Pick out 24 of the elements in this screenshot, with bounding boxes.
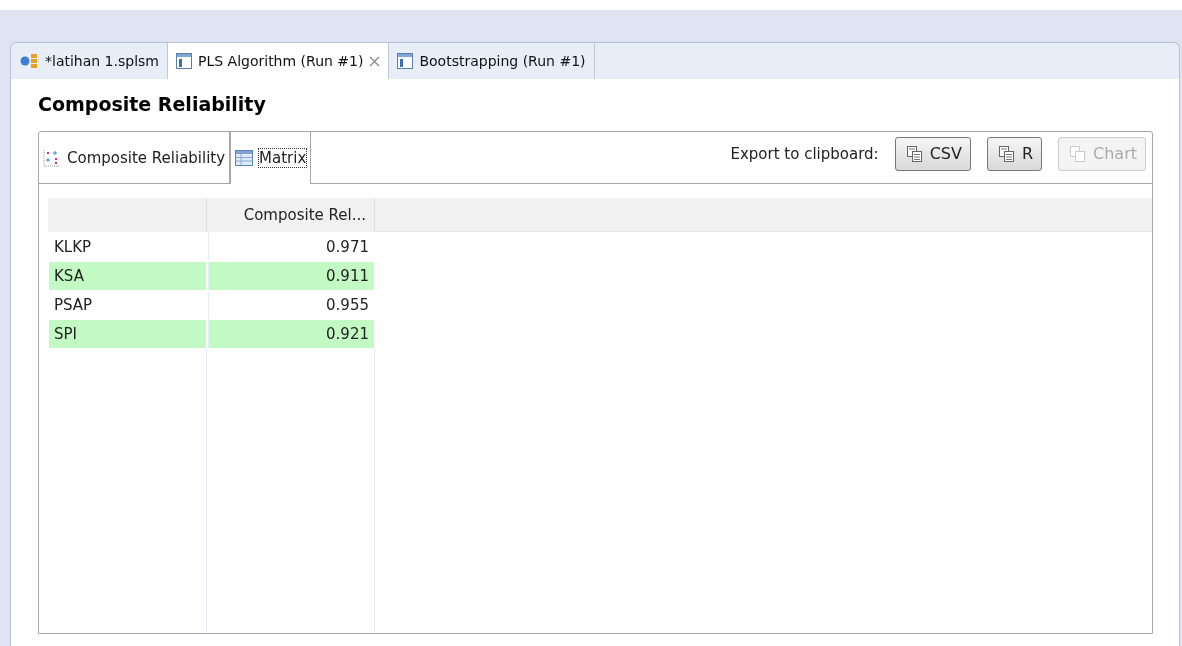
window-icon [176, 53, 192, 69]
table-cell-text: PSAP [53, 295, 94, 316]
table-cell: 0.911 [208, 262, 374, 290]
scatter-icon [43, 148, 61, 167]
model-icon [19, 53, 39, 69]
editor-tab[interactable]: PLS Algorithm (Run #1) [168, 43, 390, 79]
table-cell: 0.971 [208, 233, 374, 261]
column-header[interactable]: Composite Rel... [207, 198, 375, 232]
table-cell: SPI [49, 320, 206, 348]
page-title: Composite Reliability [38, 93, 267, 115]
view-tab[interactable]: Matrix [230, 131, 312, 184]
export-button[interactable]: R [986, 136, 1043, 171]
table-cell: 0.955 [208, 291, 374, 319]
table-cell-text: KLKP [53, 237, 93, 258]
copy-icon [905, 144, 924, 163]
export-button[interactable]: CSV [894, 136, 971, 171]
table-icon [235, 150, 254, 166]
copy-icon [997, 144, 1016, 163]
table-cell: KSA [49, 262, 206, 290]
close-icon[interactable] [369, 55, 381, 67]
copy-icon [1069, 144, 1088, 163]
window-icon [397, 53, 414, 69]
table-cell: 0.921 [208, 320, 374, 348]
export-label: Export to clipboard: [730, 144, 879, 163]
